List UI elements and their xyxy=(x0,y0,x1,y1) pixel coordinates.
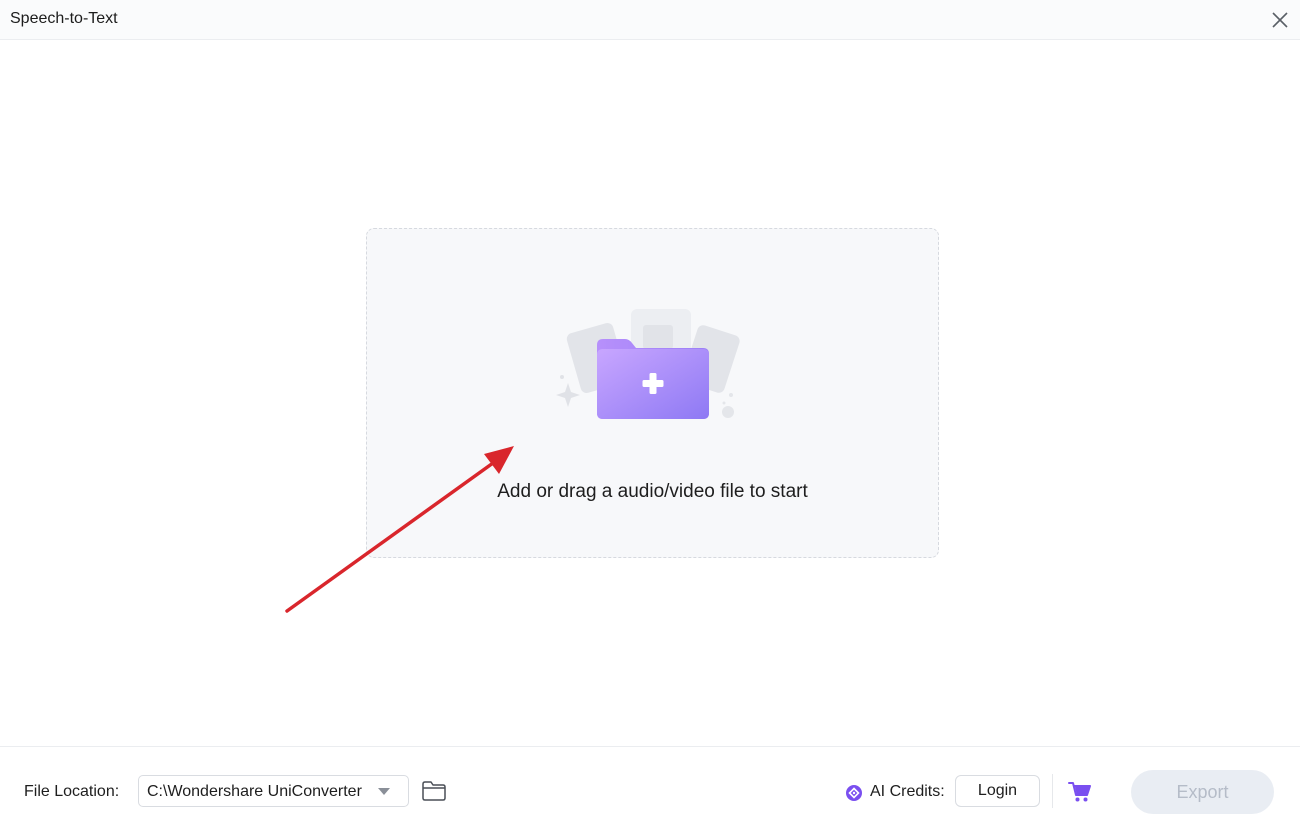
open-folder-button[interactable] xyxy=(421,779,447,803)
file-location-select[interactable]: C:\Wondershare UniConverter xyxy=(138,775,409,807)
window-title: Speech-to-Text xyxy=(10,10,118,27)
drop-zone-prompt: Add or drag a audio/video file to start xyxy=(497,481,808,502)
chevron-down-icon xyxy=(378,788,390,795)
login-button[interactable]: Login xyxy=(955,775,1040,807)
file-location-value: C:\Wondershare UniConverter xyxy=(147,783,362,800)
ai-credits-icon xyxy=(846,785,862,801)
folder-open-icon xyxy=(422,781,446,801)
cart-icon xyxy=(1068,782,1091,802)
footer-divider xyxy=(1052,774,1053,808)
file-location-label: File Location: xyxy=(24,783,120,800)
close-button[interactable] xyxy=(1266,6,1294,34)
cart-button[interactable] xyxy=(1068,781,1092,803)
ai-credits-label: AI Credits: xyxy=(870,783,945,800)
add-folder-icon[interactable] xyxy=(553,305,743,425)
file-drop-zone[interactable]: Add or drag a audio/video file to start xyxy=(366,228,939,558)
close-icon xyxy=(1272,12,1288,28)
title-bar: Speech-to-Text xyxy=(0,0,1300,40)
footer-bar: File Location: C:\Wondershare UniConvert… xyxy=(0,746,1300,824)
export-button[interactable]: Export xyxy=(1131,770,1274,814)
speech-to-text-window: Speech-to-Text Add or drag a audio/video… xyxy=(0,0,1300,824)
